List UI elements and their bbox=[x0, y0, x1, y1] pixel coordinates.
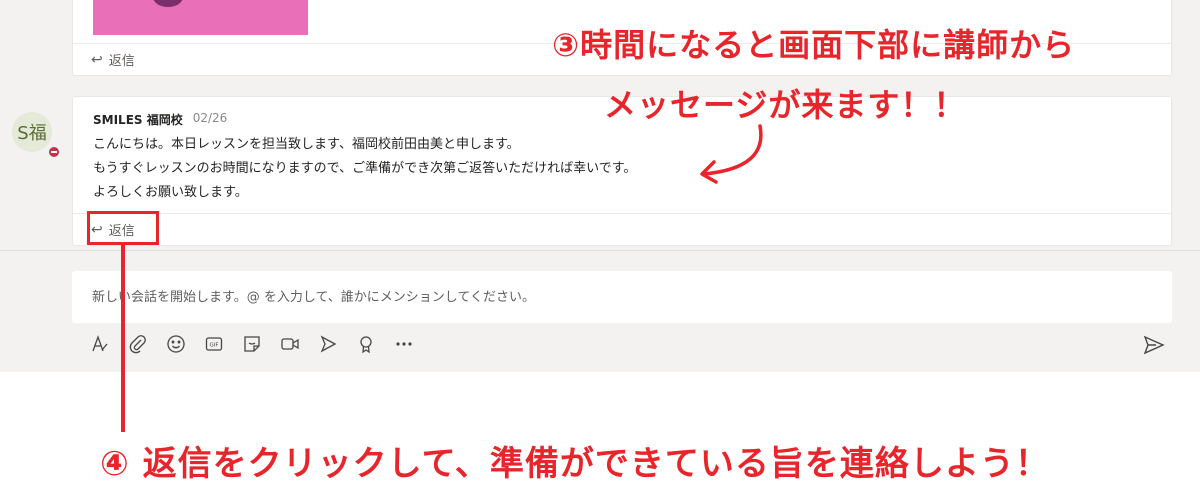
reply-arrow-icon: ↩ bbox=[91, 51, 103, 68]
presence-busy-icon bbox=[47, 145, 61, 159]
emoji-icon[interactable] bbox=[164, 332, 188, 356]
praise-icon[interactable] bbox=[354, 332, 378, 356]
annotation-arrow-icon bbox=[700, 124, 763, 184]
annotation-step3-line2: メッセージが来ます！！ bbox=[604, 86, 967, 124]
message-line: こんにちは。本日レッスンを担当致します、福岡校前田由美と申します。 bbox=[93, 137, 520, 152]
annotation-connector-line bbox=[121, 244, 125, 432]
send-icon[interactable] bbox=[1142, 333, 1166, 357]
image-detail bbox=[153, 0, 183, 7]
more-icon[interactable] bbox=[392, 332, 416, 356]
sender-name: SMILES 福岡校 bbox=[93, 113, 183, 127]
message-meta: SMILES 福岡校 02/26 bbox=[93, 111, 227, 128]
sticker-icon[interactable] bbox=[240, 332, 264, 356]
compose-box[interactable] bbox=[72, 271, 1172, 323]
annotation-step4: ④ 返信をクリックして、準備ができている旨を連絡しよう！ bbox=[100, 444, 1050, 484]
annotation-step3-line1: ③時間になると画面下部に講師から bbox=[552, 26, 1076, 64]
message-line: もうすぐレッスンのお時間になりますので、ご準備ができ次第ご返答いただければ幸いで… bbox=[93, 161, 637, 176]
image-attachment[interactable] bbox=[93, 0, 308, 35]
compose-toolbar: GIF bbox=[88, 332, 416, 356]
meet-icon[interactable] bbox=[278, 332, 302, 356]
avatar[interactable]: S福 bbox=[12, 112, 52, 152]
message-line: よろしくお願い致します。 bbox=[93, 185, 248, 200]
reply-label: 返信 bbox=[108, 54, 135, 69]
svg-text:GIF: GIF bbox=[209, 343, 218, 349]
reply-row: ↩ 返信 bbox=[73, 213, 1171, 245]
reply-highlight-box bbox=[87, 211, 159, 245]
gif-icon[interactable]: GIF bbox=[202, 332, 226, 356]
reply-button[interactable]: ↩ 返信 bbox=[91, 50, 135, 70]
divider bbox=[0, 250, 1200, 251]
format-icon[interactable] bbox=[88, 332, 112, 356]
message-date: 02/26 bbox=[192, 111, 228, 125]
attach-icon[interactable] bbox=[126, 332, 150, 356]
new-conversation-input[interactable] bbox=[72, 271, 1172, 323]
stream-icon[interactable] bbox=[316, 332, 340, 356]
